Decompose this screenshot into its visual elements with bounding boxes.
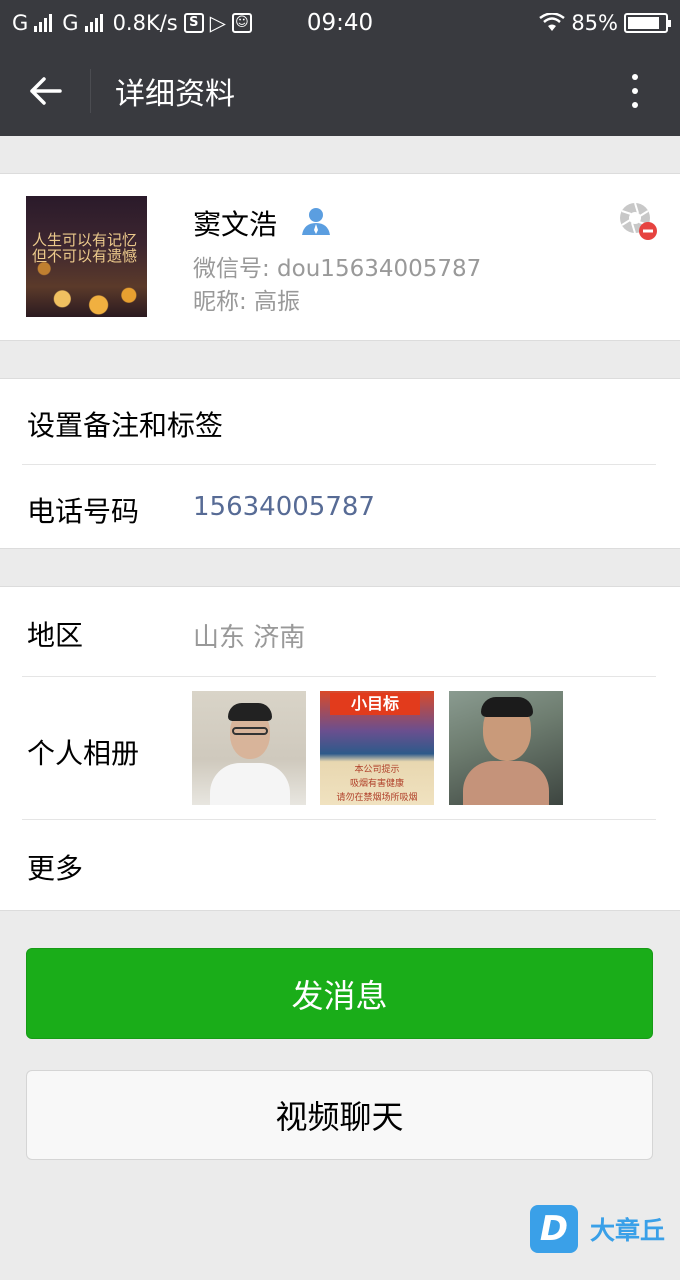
region-label: 地区 (27, 619, 84, 652)
send-message-button[interactable]: 发消息 (26, 948, 653, 1039)
battery-percent: 85% (571, 10, 618, 35)
status-bar: G G 0.8K/s S ▷ ☺ 09:40 85% (0, 0, 680, 45)
watermark-logo: D (530, 1205, 578, 1253)
battery-icon (624, 12, 671, 33)
photo-hair (228, 703, 272, 721)
moments-blocked-icon (620, 202, 657, 240)
watermark-text: 大章丘 (590, 1216, 666, 1245)
app-icon: ☺ (231, 12, 252, 33)
row-divider (22, 676, 656, 677)
signal-icon (34, 13, 53, 32)
wifi-icon (539, 12, 566, 31)
contact-person-icon (302, 208, 330, 235)
carrier-label: G (12, 10, 29, 35)
photo-shirt (210, 763, 290, 805)
row-divider (22, 464, 656, 465)
row-divider (22, 819, 656, 820)
back-button[interactable] (0, 45, 90, 136)
more-menu-button[interactable] (590, 45, 680, 136)
photo-glasses (232, 727, 268, 735)
photo-warning-text: 本公司提示 吸烟有害健康 请勿在禁烟场所吸烟 (336, 765, 418, 803)
network-speed: 0.8K/s (112, 10, 178, 35)
avatar[interactable]: 人生可以有记忆 但不可以有遗憾 (26, 196, 147, 317)
video-call-button[interactable]: 视频聊天 (26, 1070, 653, 1160)
nickname: 昵称: 高振 (193, 289, 301, 315)
remark-tags-item[interactable]: 设置备注和标签 (27, 404, 223, 444)
dot-icon (632, 101, 638, 108)
avatar-caption: 人生可以有记忆 但不可以有遗憾 (32, 231, 138, 265)
wechat-id: 微信号: dou15634005787 (193, 256, 482, 282)
phone-number-link[interactable]: 15634005787 (193, 492, 375, 522)
signal-icon-2 (84, 13, 103, 32)
watermark: D 大章丘 (530, 1205, 665, 1253)
album-photo-1[interactable] (192, 691, 306, 805)
page-title: 详细资料 (115, 76, 235, 112)
dot-icon (632, 73, 638, 80)
title-divider (90, 68, 91, 113)
title-bar: 详细资料 (0, 45, 680, 136)
album-label[interactable]: 个人相册 (27, 732, 139, 772)
notification-icon: S (183, 12, 204, 33)
photo-sign: 小目标 (330, 693, 420, 715)
album-photo-2[interactable]: 小目标 本公司提示 吸烟有害健康 请勿在禁烟场所吸烟 (320, 691, 434, 805)
more-item[interactable]: 更多 (27, 847, 83, 887)
contact-name: 窦文浩 (193, 208, 278, 241)
carrier-label-2: G (62, 10, 79, 35)
play-icon: ▷ (209, 10, 226, 35)
phone-label: 电话号码 (27, 495, 140, 528)
album-photo-3[interactable] (449, 691, 563, 805)
photo-hair (481, 697, 533, 717)
dot-icon (632, 87, 638, 94)
arrow-left-icon (30, 76, 62, 105)
region-value: 山东 济南 (193, 623, 306, 653)
photo-body (463, 761, 549, 805)
